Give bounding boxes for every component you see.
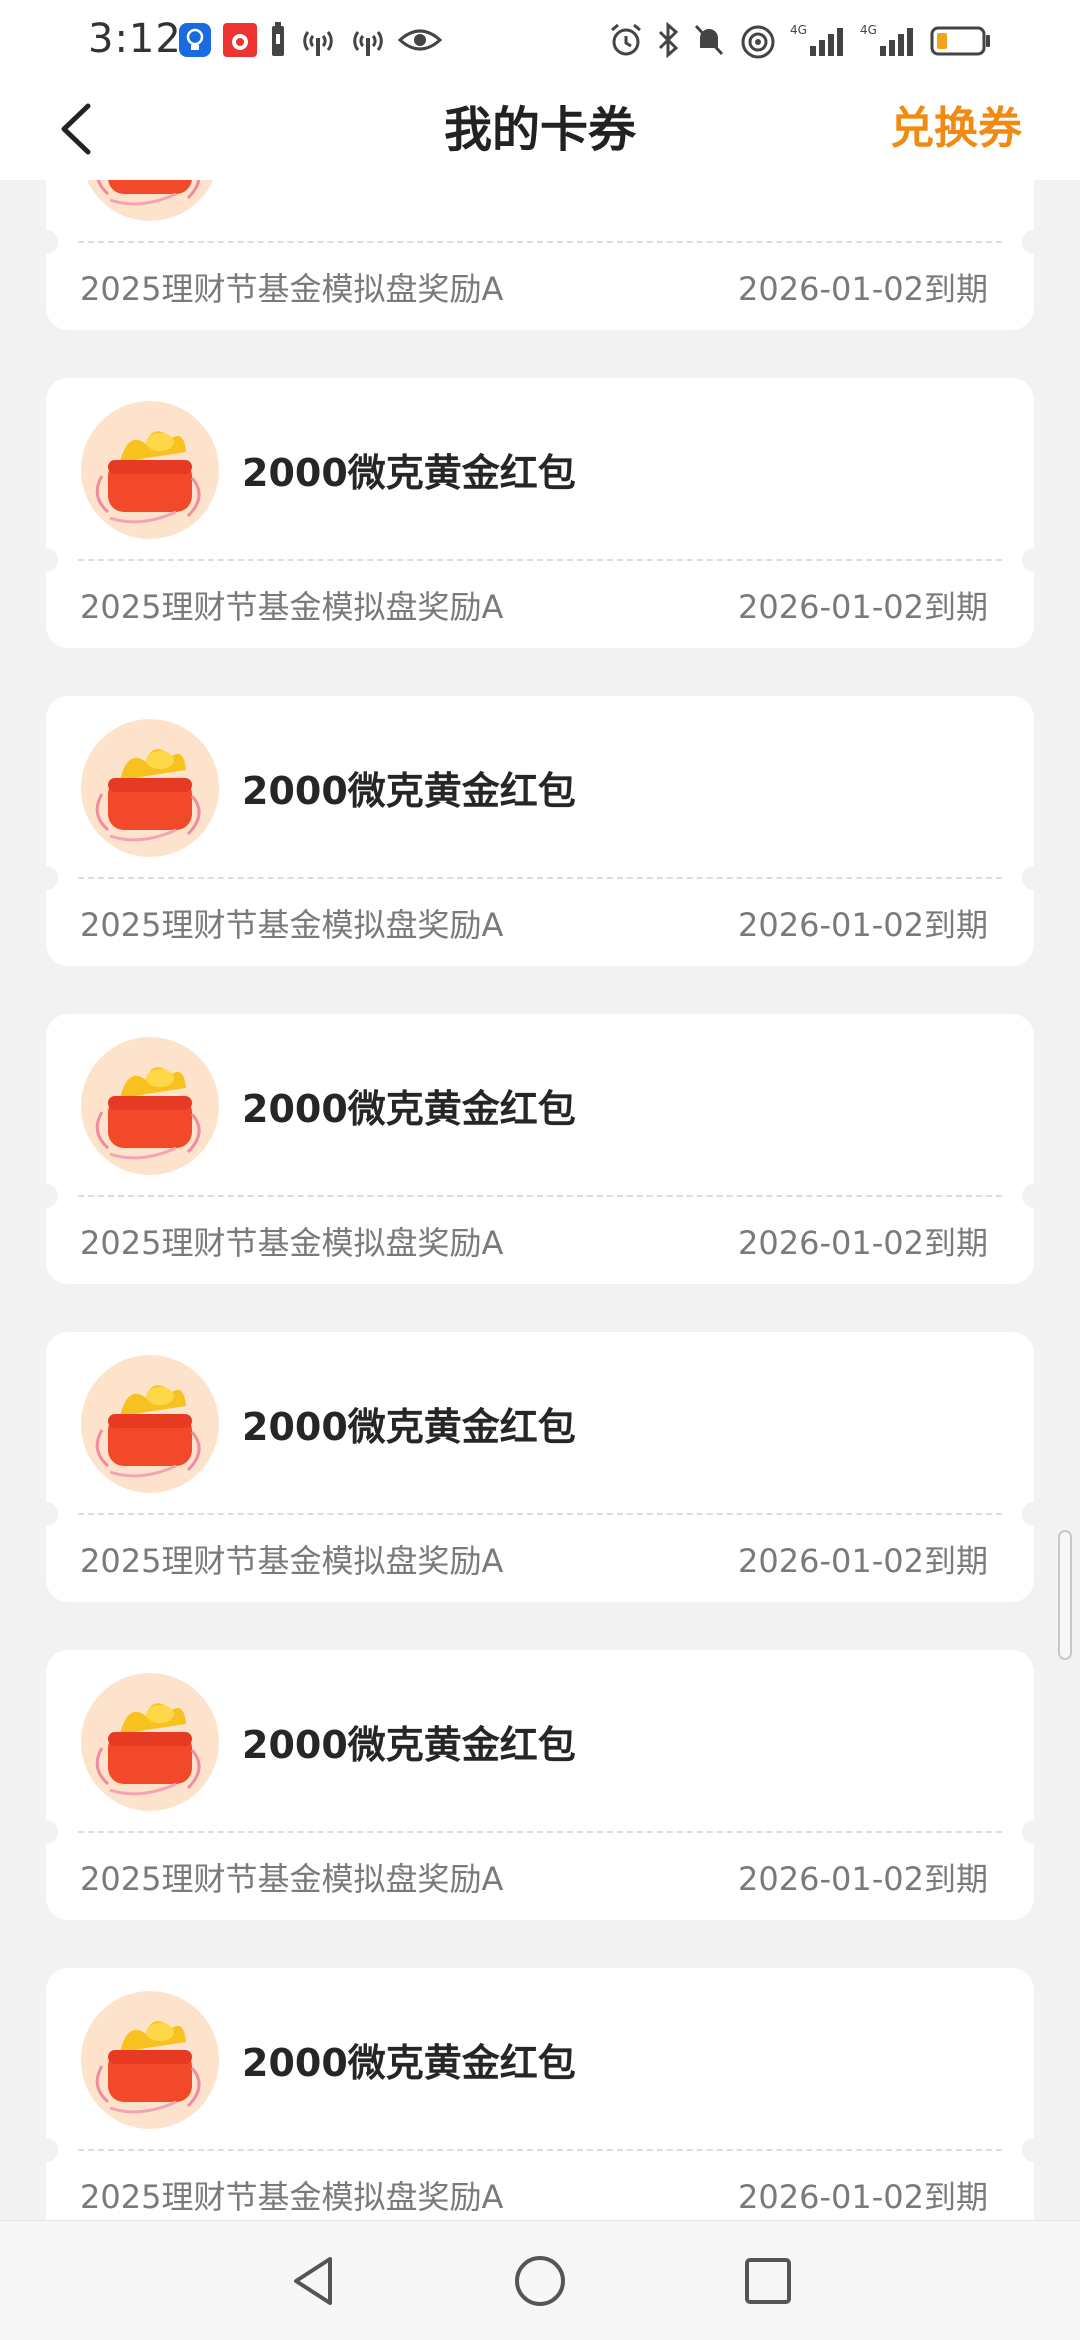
red-gift-envelope-icon xyxy=(86,180,214,221)
back-triangle-icon[interactable] xyxy=(282,2249,346,2313)
coupon-title: 2000微克黄金红包 xyxy=(242,2041,576,2085)
svg-text:4G: 4G xyxy=(860,23,877,37)
red-gift-envelope-icon xyxy=(81,1673,219,1811)
coupon-title: 2000微克黄金红包 xyxy=(242,1405,576,1449)
red-gift-envelope-icon xyxy=(81,1037,219,1175)
coupon-notch xyxy=(1022,230,1046,254)
coupon-expiry: 2026-01-02到期 xyxy=(738,588,988,626)
signal-4g-icon: 4G xyxy=(790,23,843,56)
coupon-list[interactable]: 2000微克黄金红包 2025理财节基金模拟盘奖励A 2026-01-02到期 … xyxy=(0,180,1080,2220)
coupon-divider xyxy=(78,241,1002,243)
red-gift-envelope-icon xyxy=(81,401,219,539)
coupon-card[interactable]: 2000微克黄金红包 2025理财节基金模拟盘奖励A 2026-01-02到期 xyxy=(34,696,1046,966)
alarm-icon xyxy=(611,23,641,56)
status-time: 3:12 xyxy=(88,16,182,62)
coupon-divider xyxy=(78,1513,1002,1515)
coupon-divider xyxy=(78,1831,1002,1833)
coupon-expiry: 2026-01-02到期 xyxy=(738,1860,988,1898)
hotspot-icon xyxy=(353,31,383,56)
scrollbar-thumb[interactable] xyxy=(1058,1530,1072,1660)
coupon-notch xyxy=(1022,2138,1046,2162)
svg-text:4G: 4G xyxy=(790,23,807,37)
coupon-notch xyxy=(34,230,58,254)
coupon-description: 2025理财节基金模拟盘奖励A xyxy=(80,588,504,626)
coupon-title: 2000微克黄金红包 xyxy=(242,1723,576,1767)
battery-icon xyxy=(930,26,990,56)
status-left-icons xyxy=(178,20,442,60)
coupon-notch xyxy=(1022,1502,1046,1526)
coupon-notch xyxy=(34,548,58,572)
red-gift-envelope-icon xyxy=(81,719,219,857)
coupon-description: 2025理财节基金模拟盘奖励A xyxy=(80,270,504,308)
battery-saver-icon xyxy=(272,22,284,56)
recents-square-icon[interactable] xyxy=(736,2249,800,2313)
coupon-notch xyxy=(34,1502,58,1526)
wifi-icon xyxy=(741,25,775,59)
status-right-icons: 4G 4G xyxy=(608,20,992,60)
coupon-card[interactable]: 2000微克黄金红包 2025理财节基金模拟盘奖励A 2026-01-02到期 xyxy=(34,1332,1046,1602)
coupon-divider xyxy=(78,559,1002,561)
coupon-card[interactable]: 2000微克黄金红包 2025理财节基金模拟盘奖励A 2026-01-02到期 xyxy=(34,1014,1046,1284)
bluetooth-icon xyxy=(658,21,679,59)
coupon-divider xyxy=(78,1195,1002,1197)
coupon-description: 2025理财节基金模拟盘奖励A xyxy=(80,1542,504,1580)
coupon-title: 2000微克黄金红包 xyxy=(242,1087,576,1131)
coupon-expiry: 2026-01-02到期 xyxy=(738,1224,988,1262)
coupon-notch xyxy=(34,866,58,890)
coupon-title: 2000微克黄金红包 xyxy=(242,769,576,813)
eye-icon xyxy=(398,29,442,51)
app-badge-icon xyxy=(223,23,257,57)
coupon-description: 2025理财节基金模拟盘奖励A xyxy=(80,2178,504,2216)
coupon-description: 2025理财节基金模拟盘奖励A xyxy=(80,1224,504,1262)
coupon-card[interactable]: 2000微克黄金红包 2025理财节基金模拟盘奖励A 2026-01-02到期 xyxy=(34,1968,1046,2220)
coupon-notch xyxy=(34,1184,58,1208)
home-circle-icon[interactable] xyxy=(508,2249,572,2313)
status-bar: 3:12 4G 4G xyxy=(0,0,1080,80)
coupon-title: 2000微克黄金红包 xyxy=(242,451,576,495)
coupon-divider xyxy=(78,2149,1002,2151)
system-nav-bar xyxy=(0,2220,1080,2340)
coupon-card[interactable]: 2000微克黄金红包 2025理财节基金模拟盘奖励A 2026-01-02到期 xyxy=(34,180,1046,330)
coupon-description: 2025理财节基金模拟盘奖励A xyxy=(80,906,504,944)
coupon-card[interactable]: 2000微克黄金红包 2025理财节基金模拟盘奖励A 2026-01-02到期 xyxy=(34,1650,1046,1920)
app-header: 我的卡券 兑换券 xyxy=(0,80,1080,180)
signal-4g-icon: 4G xyxy=(860,23,913,56)
coupon-notch xyxy=(1022,548,1046,572)
mute-icon xyxy=(694,24,724,56)
coupon-notch xyxy=(34,2138,58,2162)
coupon-card[interactable]: 2000微克黄金红包 2025理财节基金模拟盘奖励A 2026-01-02到期 xyxy=(34,378,1046,648)
coupon-expiry: 2026-01-02到期 xyxy=(738,906,988,944)
coupon-notch xyxy=(1022,1184,1046,1208)
red-gift-envelope-icon xyxy=(81,1355,219,1493)
coupon-description: 2025理财节基金模拟盘奖励A xyxy=(80,1860,504,1898)
coupon-notch xyxy=(34,1820,58,1844)
coupon-notch xyxy=(1022,1820,1046,1844)
coupon-notch xyxy=(1022,866,1046,890)
redeem-coupon-button[interactable]: 兑换券 xyxy=(890,92,1022,156)
hotspot-icon xyxy=(303,31,333,56)
bulb-app-icon xyxy=(179,23,211,57)
coupon-divider xyxy=(78,877,1002,879)
red-gift-envelope-icon xyxy=(81,1991,219,2129)
coupon-expiry: 2026-01-02到期 xyxy=(738,270,988,308)
coupon-expiry: 2026-01-02到期 xyxy=(738,2178,988,2216)
coupon-expiry: 2026-01-02到期 xyxy=(738,1542,988,1580)
